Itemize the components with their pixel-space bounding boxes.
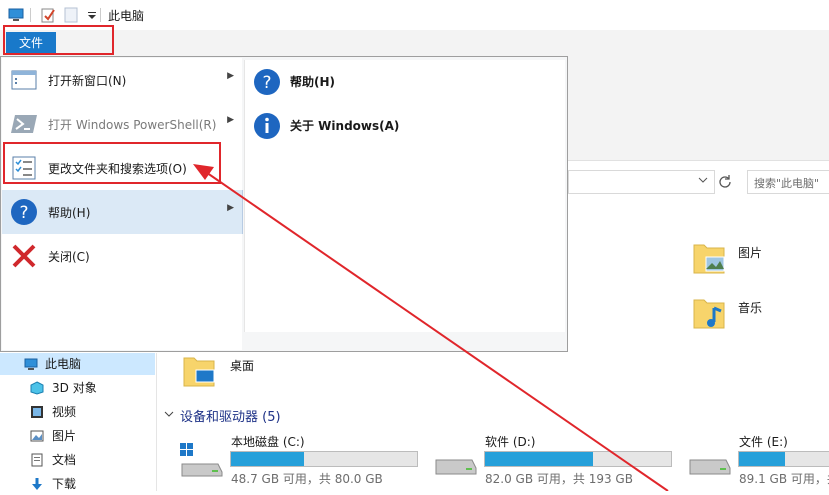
- new-folder-icon[interactable]: [63, 7, 79, 23]
- new-window-icon: [11, 70, 37, 90]
- music-folder-icon: [693, 299, 725, 329]
- nav-item-this-pc[interactable]: 此电脑: [0, 353, 155, 375]
- drive-usage-bar: [738, 451, 829, 467]
- menu-item-help[interactable]: ? 帮助(H) ▶: [2, 190, 243, 234]
- menu-item-open-powershell[interactable]: 打开 Windows PowerShell(R) ▶: [2, 102, 242, 146]
- submenu-arrow-icon: ▶: [227, 115, 234, 125]
- title-bar: 此电脑: [0, 0, 829, 30]
- drive-usage-bar: [484, 451, 672, 467]
- drive-name: 本地磁盘 (C:): [231, 435, 305, 449]
- downloads-icon: [32, 478, 42, 490]
- drive-size: 82.0 GB 可用，共 193 GB: [485, 472, 633, 486]
- folder-label: 图片: [738, 246, 763, 260]
- refresh-icon[interactable]: [718, 174, 732, 188]
- drive-size: 89.1 GB 可用，共 1: [739, 472, 829, 486]
- submenu-item-label: 帮助(H): [290, 75, 336, 89]
- chevron-down-icon: [164, 411, 174, 417]
- properties-icon[interactable]: [40, 7, 56, 23]
- drive-icon: [689, 459, 731, 475]
- folder-item-desktop[interactable]: 桌面: [180, 350, 300, 398]
- documents-icon: [31, 453, 43, 467]
- devices-header-label: 设备和驱动器 (5): [180, 410, 281, 425]
- drive-usage-bar: [230, 451, 418, 467]
- qat-divider: [30, 8, 31, 22]
- annotation-highlight-file-tab: [3, 25, 114, 55]
- folder-label: 音乐: [738, 301, 763, 315]
- nav-item-documents[interactable]: 文档: [12, 449, 152, 471]
- help-icon: ?: [254, 69, 280, 95]
- drive-name: 软件 (D:): [485, 435, 536, 449]
- nav-item-3d-objects[interactable]: 3D 对象: [12, 377, 152, 399]
- menu-item-close[interactable]: 关闭(C): [2, 234, 242, 278]
- submenu-item-help[interactable]: ? 帮助(H): [253, 64, 553, 100]
- drive-item-d[interactable]: 软件 (D:) 82.0 GB 可用，共 193 GB: [430, 430, 680, 490]
- this-pc-icon: [24, 358, 38, 370]
- menu-item-open-new-window[interactable]: 打开新窗口(N) ▶: [2, 58, 242, 102]
- folder-item-pictures[interactable]: 图片: [690, 237, 810, 285]
- nav-item-downloads[interactable]: 下载: [12, 473, 152, 495]
- folder-item-music[interactable]: 音乐: [690, 292, 810, 340]
- videos-icon: [31, 406, 43, 418]
- file-menu-left-pane: 打开新窗口(N) ▶ 打开 Windows PowerShell(R) ▶ 更改…: [2, 58, 243, 350]
- folder-label: 桌面: [230, 359, 255, 373]
- nav-item-label: 视频: [52, 405, 77, 419]
- search-box[interactable]: 搜索"此电脑": [747, 170, 829, 194]
- info-icon: [254, 113, 280, 139]
- drive-size: 48.7 GB 可用，共 80.0 GB: [231, 472, 383, 486]
- file-menu: 打开新窗口(N) ▶ 打开 Windows PowerShell(R) ▶ 更改…: [0, 56, 568, 352]
- svg-text:?: ?: [262, 73, 271, 93]
- submenu-arrow-icon: ▶: [227, 71, 234, 81]
- nav-item-label: 此电脑: [45, 357, 82, 371]
- nav-item-pictures[interactable]: 图片: [12, 425, 152, 447]
- submenu-arrow-icon: ▶: [227, 203, 234, 213]
- powershell-icon: [11, 115, 37, 133]
- menu-item-label: 打开 Windows PowerShell(R): [48, 118, 217, 132]
- pictures-icon: [30, 430, 44, 442]
- computer-icon[interactable]: [8, 7, 24, 23]
- nav-item-label: 3D 对象: [52, 381, 97, 395]
- menu-item-label: 关闭(C): [48, 250, 90, 264]
- drive-usage-fill: [739, 452, 785, 466]
- pictures-folder-icon: [693, 244, 725, 274]
- address-bar-row: 搜索"此电脑": [568, 170, 829, 194]
- annotation-highlight-folder-options: [3, 142, 221, 184]
- search-placeholder: 搜索"此电脑": [754, 177, 820, 190]
- submenu-item-label: 关于 Windows(A): [290, 119, 400, 133]
- svg-text:?: ?: [19, 203, 28, 223]
- menu-item-label: 打开新窗口(N): [48, 74, 127, 88]
- navigation-pane: 此电脑 3D 对象 视频 图片 文档 下载: [0, 353, 157, 491]
- 3d-objects-icon: [30, 381, 44, 395]
- nav-item-label: 下载: [52, 477, 77, 491]
- drive-usage-fill: [485, 452, 593, 466]
- nav-item-label: 文档: [52, 453, 77, 467]
- devices-group-header[interactable]: 设备和驱动器 (5): [164, 405, 464, 425]
- desktop-folder-icon: [183, 357, 215, 387]
- customize-dropdown-icon[interactable]: [84, 7, 100, 23]
- drive-usage-fill: [231, 452, 304, 466]
- nav-item-label: 图片: [52, 429, 77, 443]
- qat-divider: [100, 8, 101, 22]
- address-bar[interactable]: [568, 170, 715, 194]
- drive-name: 文件 (E:): [739, 435, 788, 449]
- system-drive-icon: [180, 443, 223, 477]
- nav-item-videos[interactable]: 视频: [12, 401, 152, 423]
- file-menu-right-pane: ? 帮助(H) 关于 Windows(A): [244, 60, 565, 332]
- close-icon: [12, 244, 36, 268]
- help-icon: ?: [11, 199, 37, 225]
- drive-icon: [435, 459, 477, 475]
- submenu-item-about-windows[interactable]: 关于 Windows(A): [253, 108, 553, 144]
- menu-item-label: 帮助(H): [48, 206, 91, 220]
- drive-item-e[interactable]: 文件 (E:) 89.1 GB 可用，共 1: [684, 430, 829, 490]
- window-title: 此电脑: [108, 9, 145, 23]
- drive-item-c[interactable]: 本地磁盘 (C:) 48.7 GB 可用，共 80.0 GB: [176, 430, 426, 490]
- chevron-down-icon[interactable]: [698, 175, 708, 185]
